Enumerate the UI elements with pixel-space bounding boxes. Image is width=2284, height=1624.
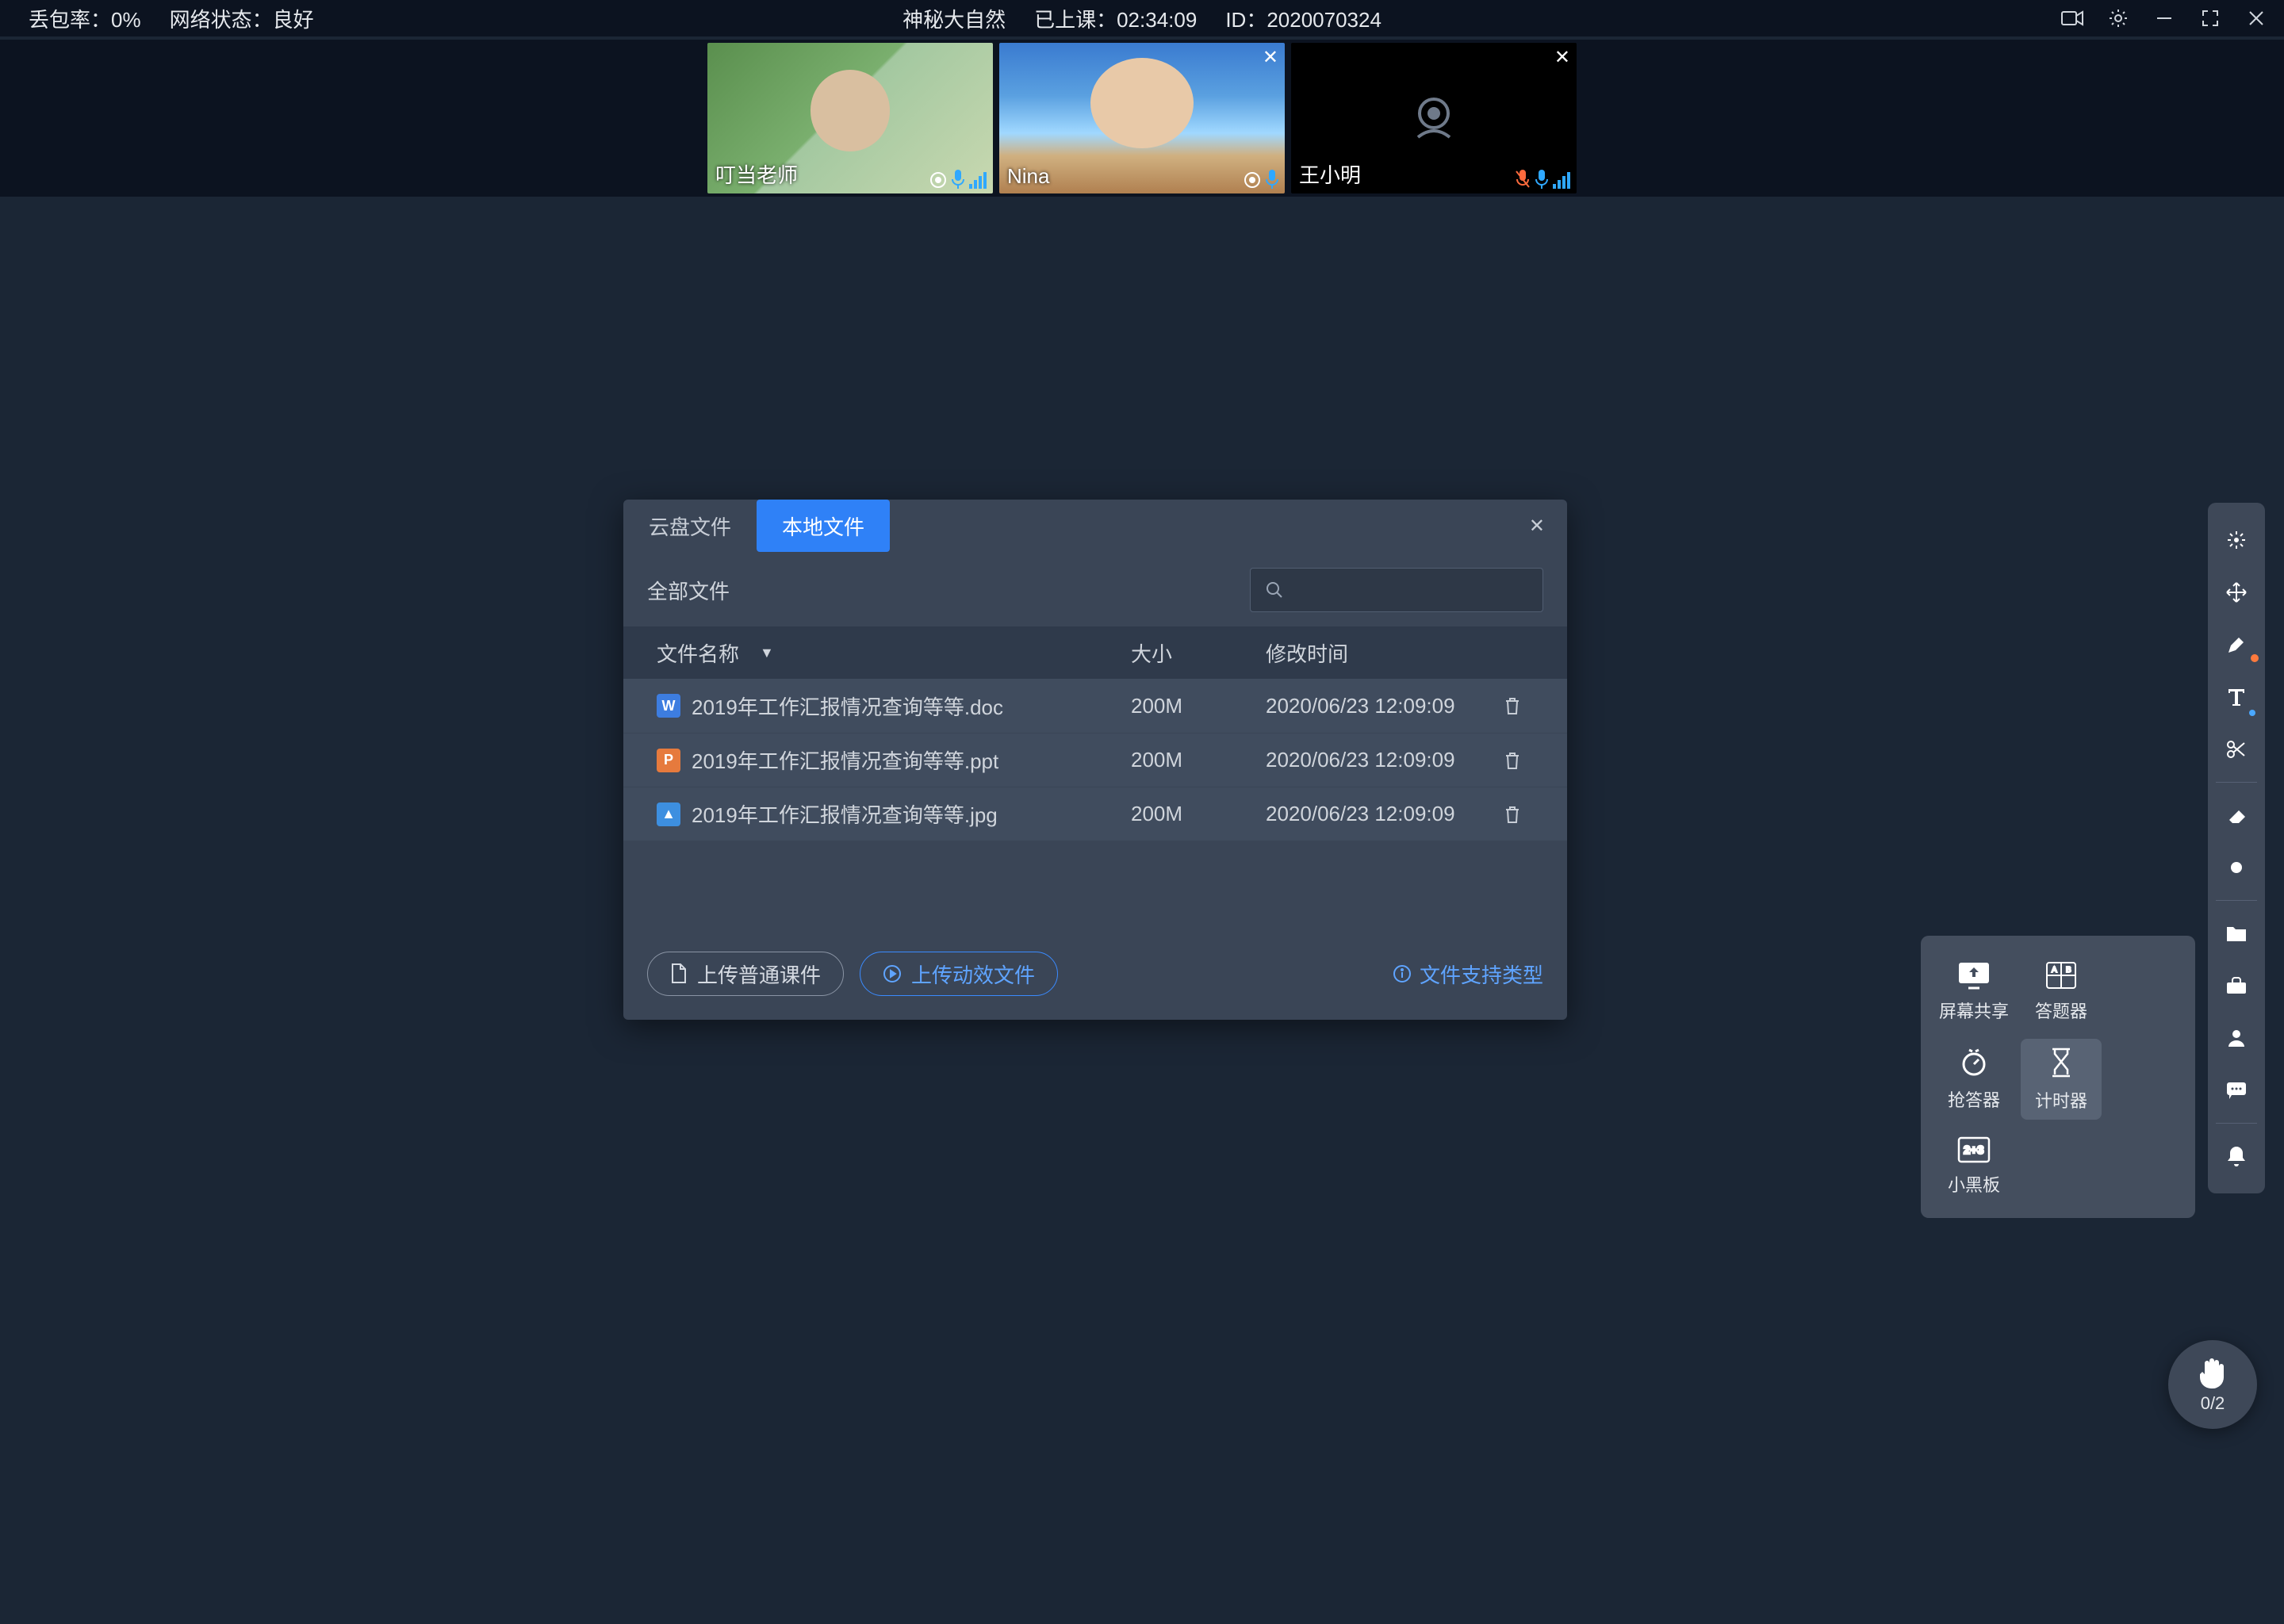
tile-close-icon[interactable]: ✕ xyxy=(1554,46,1570,69)
dialog-tabs: 云盘文件 本地文件 ✕ xyxy=(623,500,1567,552)
right-toolbar xyxy=(2208,503,2265,1193)
signal-bars-icon xyxy=(1553,170,1570,189)
all-files-label: 全部文件 xyxy=(647,576,730,605)
video-strip: 叮当老师 ✕ Nina ✕ 王小明 xyxy=(0,40,2284,197)
settings-icon[interactable] xyxy=(2106,6,2130,30)
popover-timer[interactable]: 计时器 xyxy=(2021,1039,2102,1120)
video-name: 叮当老师 xyxy=(715,159,798,189)
tool-text[interactable] xyxy=(2214,675,2259,719)
mic-on-icon xyxy=(1535,170,1548,189)
trash-icon xyxy=(1504,805,1521,824)
packet-loss: 丢包率：0% xyxy=(29,4,141,33)
mic-on-icon xyxy=(1266,170,1278,189)
tool-eraser[interactable] xyxy=(2214,793,2259,837)
file-row[interactable]: P 2019年工作汇报情况查询等等.ppt 200M 2020/06/23 12… xyxy=(623,733,1567,787)
video-tile-teacher[interactable]: 叮当老师 xyxy=(707,43,993,193)
tool-move[interactable] xyxy=(2214,570,2259,615)
hand-icon xyxy=(2197,1355,2228,1390)
tab-local-files[interactable]: 本地文件 xyxy=(757,500,890,552)
file-dialog: 云盘文件 本地文件 ✕ 全部文件 文件名称▼ 大小 修改时间 W 2019年工作… xyxy=(623,500,1567,1020)
tool-person[interactable] xyxy=(2214,1016,2259,1060)
popover-quiz[interactable]: AB 答题器 xyxy=(2021,952,2102,1032)
tool-scissors[interactable] xyxy=(2214,727,2259,772)
delete-button[interactable] xyxy=(1504,805,1543,824)
supported-types-link[interactable]: 文件支持类型 xyxy=(1393,959,1543,989)
tool-pointer[interactable] xyxy=(2214,518,2259,562)
popover-blackboard[interactable]: 2+3 小黑板 xyxy=(1933,1126,2014,1207)
document-icon xyxy=(670,963,688,984)
file-type-icon: W xyxy=(657,694,680,718)
camera-on-icon xyxy=(1244,171,1261,189)
hand-raise-count: 0/2 xyxy=(2201,1393,2225,1414)
play-circle-icon xyxy=(883,964,902,983)
info-icon xyxy=(1393,964,1412,983)
file-name: 2019年工作汇报情况查询等等.jpg xyxy=(692,799,998,829)
header-time[interactable]: 修改时间 xyxy=(1266,638,1504,668)
tool-chat[interactable] xyxy=(2214,1068,2259,1113)
header-size[interactable]: 大小 xyxy=(1131,638,1266,668)
file-list-header: 文件名称▼ 大小 修改时间 xyxy=(623,626,1567,679)
tool-bell[interactable] xyxy=(2214,1134,2259,1178)
minimize-icon[interactable] xyxy=(2152,6,2176,30)
session-id: ID：2020070324 xyxy=(1225,4,1382,33)
trash-icon xyxy=(1504,696,1521,715)
popover-buzzer[interactable]: 抢答器 xyxy=(1933,1039,2014,1120)
file-size: 200M xyxy=(1131,802,1266,826)
hand-raise-fab[interactable]: 0/2 xyxy=(2168,1340,2257,1429)
tool-toolbox[interactable] xyxy=(2214,963,2259,1008)
upload-normal-button[interactable]: 上传普通课件 xyxy=(647,952,844,996)
popover-screen-share[interactable]: 屏幕共享 xyxy=(1933,952,2014,1032)
dialog-close-icon[interactable]: ✕ xyxy=(1507,515,1567,538)
search-icon xyxy=(1265,580,1284,599)
top-status-bar: 丢包率：0% 网络状态：良好 神秘大自然 已上课：02:34:09 ID：202… xyxy=(0,0,2284,36)
file-type-icon: P xyxy=(657,749,680,772)
file-time: 2020/06/23 12:09:09 xyxy=(1266,748,1504,772)
file-size: 200M xyxy=(1131,694,1266,718)
svg-text:2+3: 2+3 xyxy=(1964,1143,1983,1157)
fullscreen-icon[interactable] xyxy=(2198,6,2222,30)
video-tile-student-1[interactable]: ✕ Nina xyxy=(999,43,1285,193)
mic-off-icon xyxy=(1515,170,1531,189)
file-time: 2020/06/23 12:09:09 xyxy=(1266,694,1504,718)
svg-text:B: B xyxy=(2066,966,2071,975)
elapsed-time: 已上课：02:34:09 xyxy=(1034,4,1197,33)
delete-button[interactable] xyxy=(1504,696,1543,715)
header-name[interactable]: 文件名称▼ xyxy=(657,638,1131,668)
signal-bars-icon xyxy=(969,170,987,189)
camera-toggle-icon[interactable] xyxy=(2060,6,2084,30)
video-tile-student-2[interactable]: ✕ 王小明 xyxy=(1291,43,1577,193)
upload-animated-button[interactable]: 上传动效文件 xyxy=(860,952,1058,996)
trash-icon xyxy=(1504,751,1521,770)
tool-folder[interactable] xyxy=(2214,911,2259,956)
camera-on-icon xyxy=(929,171,947,189)
video-name: 王小明 xyxy=(1299,159,1361,189)
svg-text:A: A xyxy=(2052,966,2057,975)
tool-pen[interactable] xyxy=(2214,622,2259,667)
delete-button[interactable] xyxy=(1504,751,1543,770)
tool-color[interactable] xyxy=(2214,845,2259,890)
file-size: 200M xyxy=(1131,748,1266,772)
camera-off-placeholder-icon xyxy=(1402,86,1466,150)
class-title: 神秘大自然 xyxy=(902,4,1006,33)
network-status: 网络状态：良好 xyxy=(170,4,314,33)
close-icon[interactable] xyxy=(2244,6,2268,30)
file-name: 2019年工作汇报情况查询等等.doc xyxy=(692,691,1003,721)
toolbox-popover: 屏幕共享 AB 答题器 抢答器 计时器 2+3 小黑板 xyxy=(1921,936,2195,1218)
file-time: 2020/06/23 12:09:09 xyxy=(1266,802,1504,826)
tile-close-icon[interactable]: ✕ xyxy=(1263,46,1278,69)
mic-on-icon xyxy=(952,170,964,189)
sort-desc-icon: ▼ xyxy=(760,645,774,661)
search-input[interactable] xyxy=(1250,568,1543,612)
video-name: Nina xyxy=(1007,164,1049,189)
file-type-icon: ▲ xyxy=(657,802,680,826)
file-name: 2019年工作汇报情况查询等等.ppt xyxy=(692,745,998,775)
file-row[interactable]: ▲ 2019年工作汇报情况查询等等.jpg 200M 2020/06/23 12… xyxy=(623,787,1567,841)
tab-cloud-files[interactable]: 云盘文件 xyxy=(623,500,757,552)
file-row[interactable]: W 2019年工作汇报情况查询等等.doc 200M 2020/06/23 12… xyxy=(623,679,1567,733)
